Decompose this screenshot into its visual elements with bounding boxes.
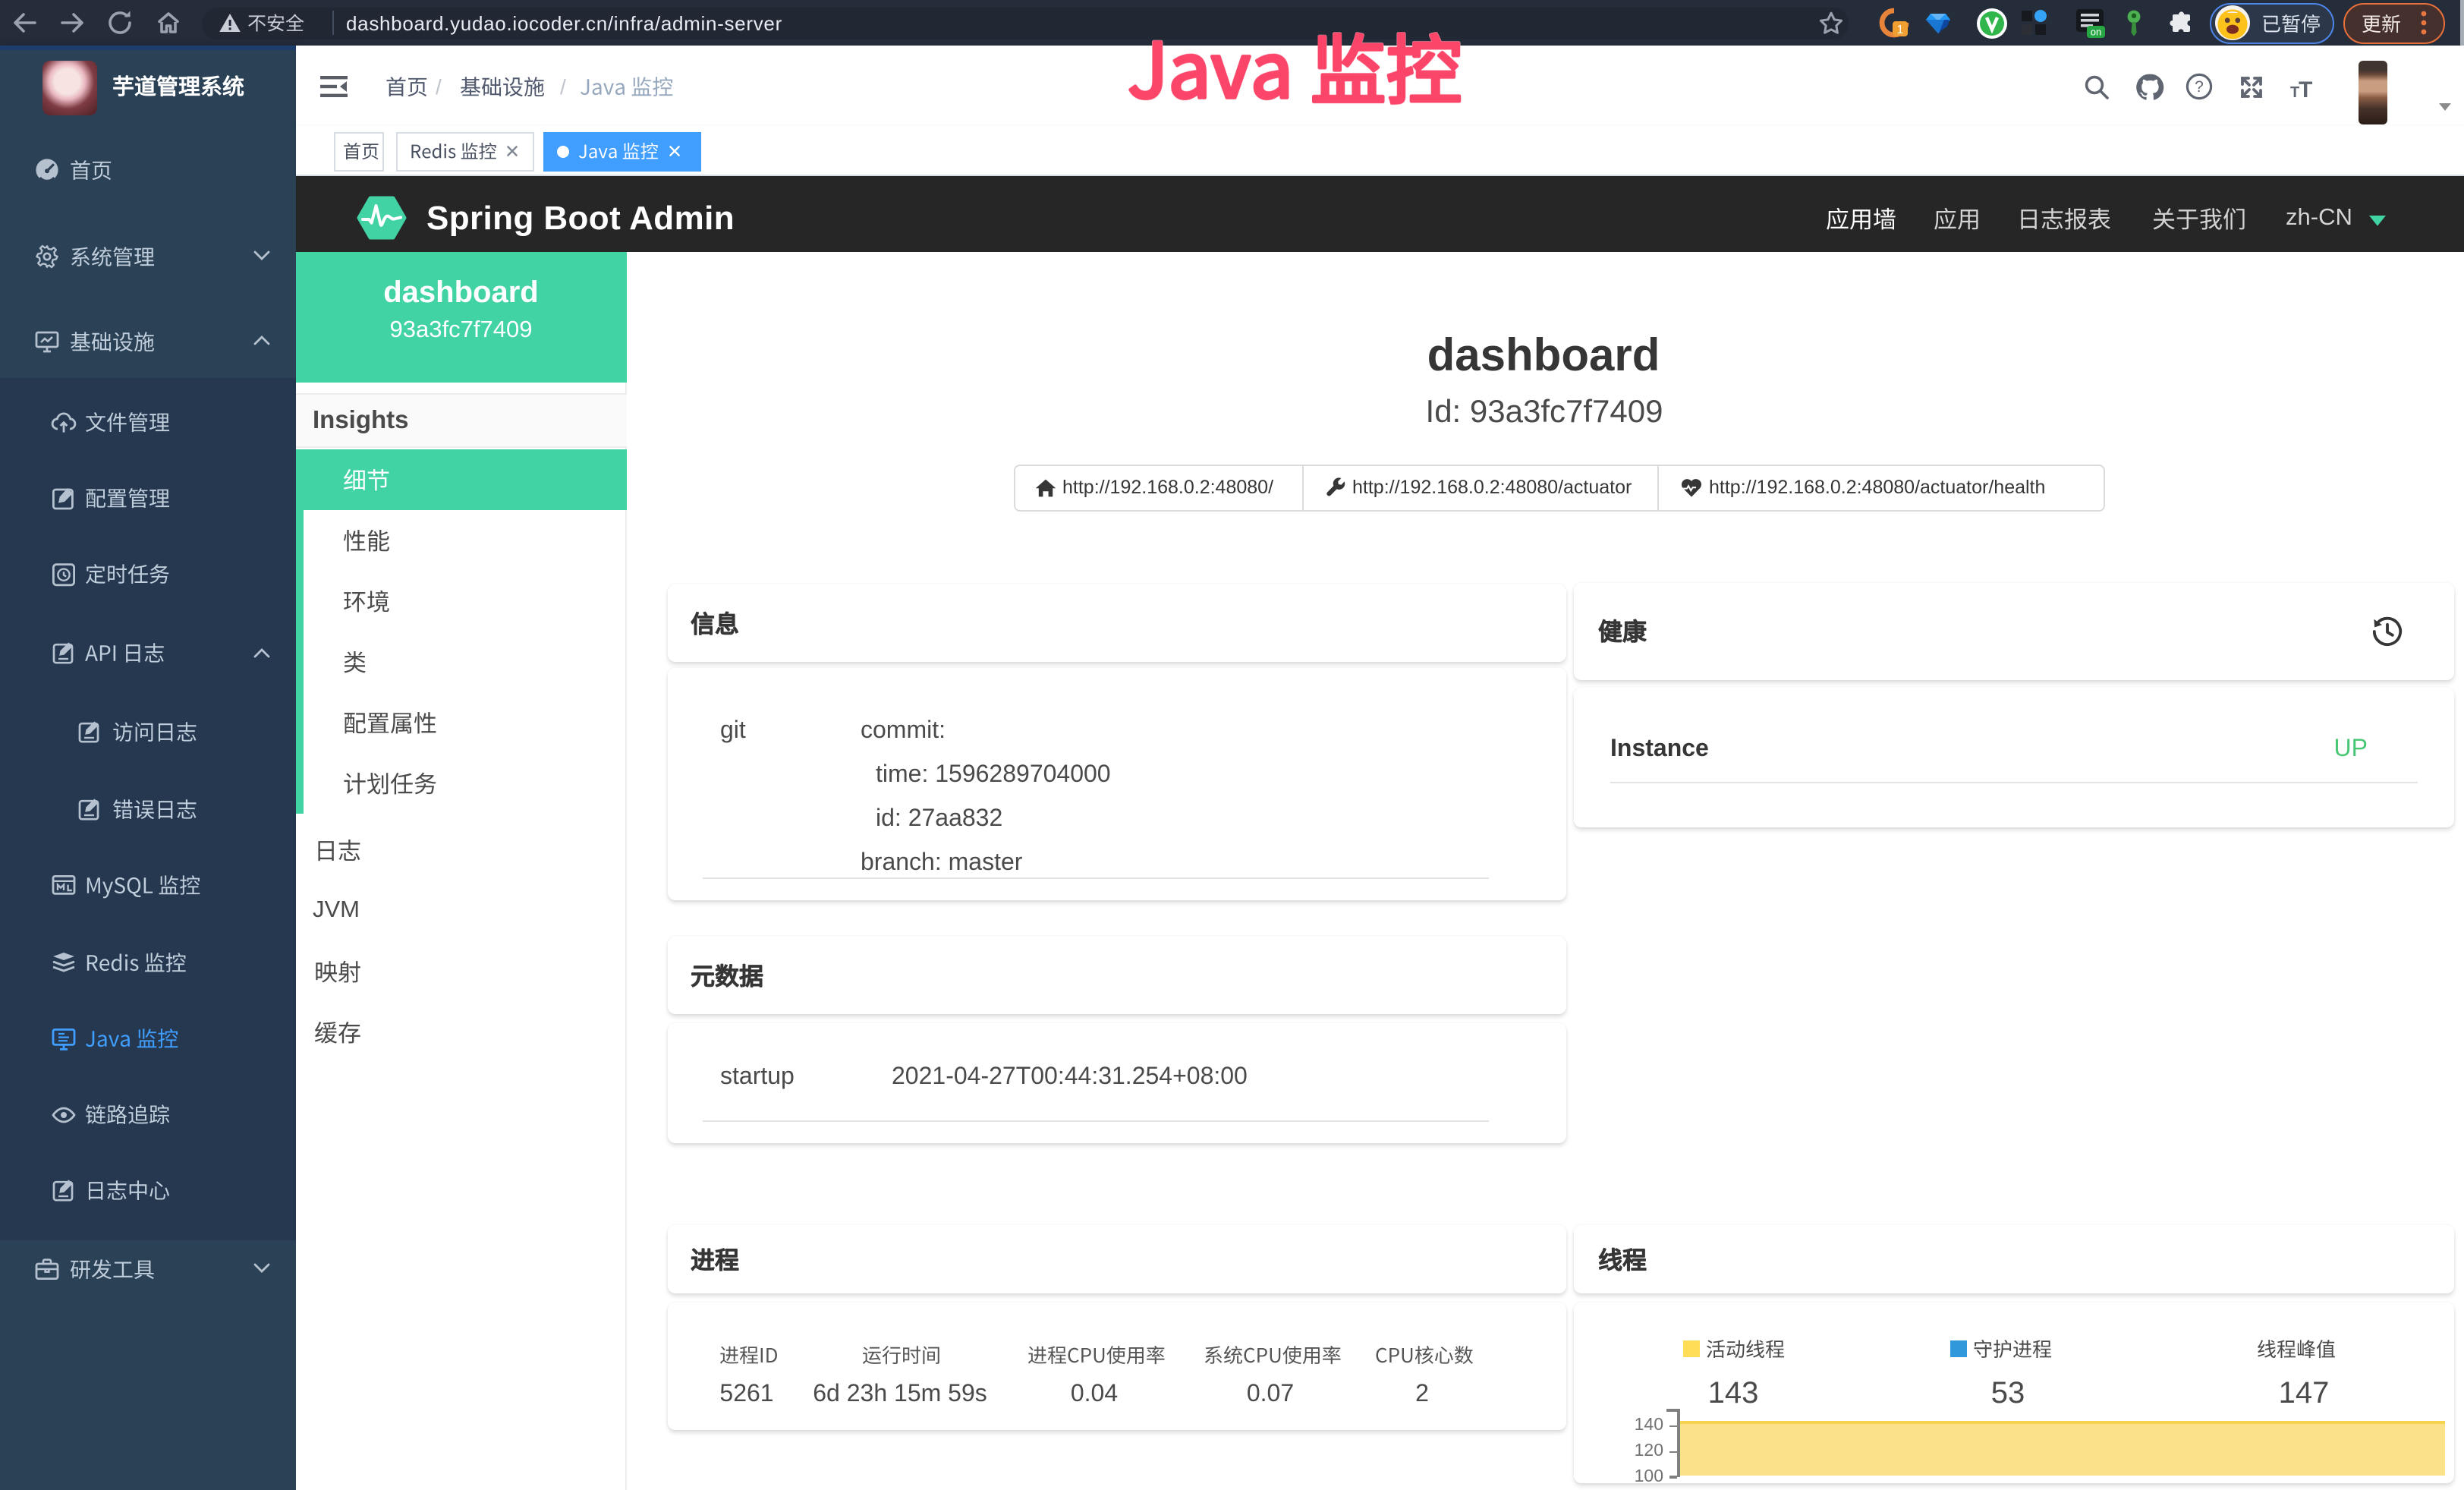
svg-text:on: on (2091, 27, 2101, 38)
svg-text:T: T (2298, 77, 2311, 102)
svg-text:?: ? (2194, 78, 2203, 96)
svg-text:1: 1 (1897, 24, 1904, 36)
